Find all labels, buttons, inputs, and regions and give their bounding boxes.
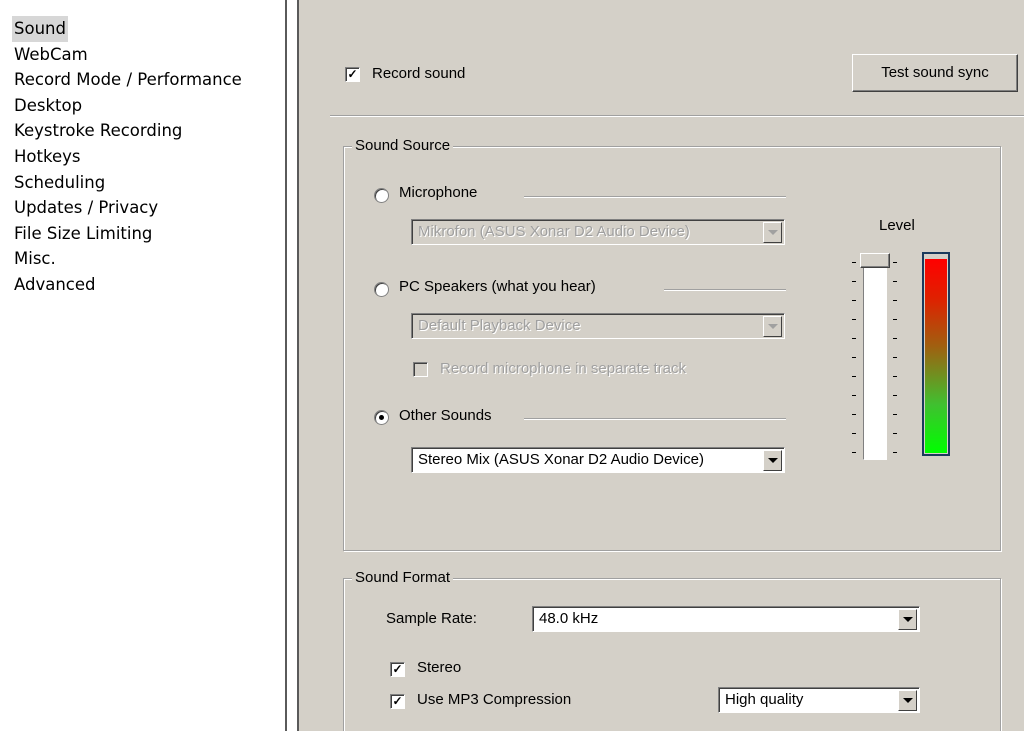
- slider-tick: [852, 281, 856, 282]
- slider-tick: [852, 300, 856, 301]
- category-item-hotkeys[interactable]: Hotkeys: [12, 144, 82, 170]
- record-sound-label: Record sound: [372, 65, 466, 82]
- category-item-misc[interactable]: Misc.: [12, 246, 58, 272]
- level-meter-fill: [925, 259, 947, 453]
- microphone-radio[interactable]: [374, 188, 389, 203]
- test-sound-sync-button[interactable]: Test sound sync: [852, 54, 1018, 92]
- other-sounds-radio[interactable]: [374, 410, 389, 425]
- stereo-label: Stereo: [417, 659, 462, 676]
- pc-speakers-radio[interactable]: [374, 282, 389, 297]
- sound-format-title: Sound Format: [352, 569, 454, 586]
- category-item-record-mode[interactable]: Record Mode / Performance: [12, 67, 244, 93]
- other-sounds-device-value: Stereo Mix (ASUS Xonar D2 Audio Device): [418, 451, 704, 468]
- slider-tick: [852, 414, 856, 415]
- mp3-quality-select[interactable]: High quality: [718, 687, 920, 713]
- stereo-checkbox[interactable]: ✓: [390, 662, 405, 677]
- separator: [330, 115, 1024, 117]
- radio-selected-dot: [379, 415, 384, 420]
- record-sound-checkbox[interactable]: ✓: [345, 67, 360, 82]
- slider-tick: [852, 262, 856, 263]
- dropdown-arrow-icon[interactable]: [763, 450, 782, 471]
- category-item-scheduling[interactable]: Scheduling: [12, 170, 107, 196]
- separate-track-label: Record microphone in separate track: [440, 360, 686, 377]
- other-sounds-device-select[interactable]: Stereo Mix (ASUS Xonar D2 Audio Device): [411, 447, 785, 473]
- dropdown-arrow-icon[interactable]: [898, 609, 917, 630]
- dropdown-arrow-icon[interactable]: [898, 690, 917, 711]
- mp3-quality-value: High quality: [725, 691, 804, 708]
- separator: [664, 289, 786, 291]
- sample-rate-value: 48.0 kHz: [539, 610, 599, 627]
- slider-tick: [893, 376, 897, 377]
- sound-source-title: Sound Source: [352, 137, 454, 154]
- dropdown-arrow-icon[interactable]: [763, 316, 782, 337]
- microphone-label: Microphone: [399, 184, 478, 201]
- category-item-file-size-limiting[interactable]: File Size Limiting: [12, 221, 154, 247]
- sound-source-group: Sound Source: [343, 137, 1001, 551]
- category-item-keystroke-recording[interactable]: Keystroke Recording: [12, 118, 184, 144]
- splitter-line: [285, 0, 287, 731]
- mp3-compression-checkbox[interactable]: ✓: [390, 694, 405, 709]
- slider-tick: [893, 262, 897, 263]
- other-sounds-label: Other Sounds: [399, 407, 492, 424]
- slider-tick: [893, 281, 897, 282]
- category-item-desktop[interactable]: Desktop: [12, 93, 84, 119]
- slider-tick: [852, 452, 856, 453]
- playback-device-value: Default Playback Device: [418, 317, 581, 334]
- sound-settings-panel: ✓ Record sound Test sound sync Sound Sou…: [299, 0, 1024, 731]
- slider-tick: [893, 319, 897, 320]
- microphone-device-value: Mikrofon (ASUS Xonar D2 Audio Device): [418, 223, 690, 240]
- dropdown-arrow-icon[interactable]: [763, 222, 782, 243]
- settings-sidebar: Sound WebCam Record Mode / Performance D…: [0, 0, 285, 731]
- slider-tick: [852, 357, 856, 358]
- level-meter: [922, 252, 950, 456]
- sample-rate-label: Sample Rate:: [386, 610, 477, 627]
- playback-device-select[interactable]: Default Playback Device: [411, 313, 785, 339]
- slider-tick: [893, 300, 897, 301]
- category-item-advanced[interactable]: Advanced: [12, 272, 98, 298]
- slider-tick: [852, 319, 856, 320]
- separator: [524, 418, 786, 420]
- slider-tick: [893, 414, 897, 415]
- level-slider-thumb[interactable]: [860, 253, 890, 268]
- slider-tick: [893, 338, 897, 339]
- sample-rate-select[interactable]: 48.0 kHz: [532, 606, 920, 632]
- category-item-sound[interactable]: Sound: [12, 16, 68, 42]
- slider-tick: [893, 452, 897, 453]
- pc-speakers-label: PC Speakers (what you hear): [399, 278, 596, 295]
- slider-tick: [893, 395, 897, 396]
- slider-tick: [852, 338, 856, 339]
- mp3-compression-label: Use MP3 Compression: [417, 691, 572, 708]
- separator: [524, 196, 786, 198]
- slider-tick: [893, 357, 897, 358]
- microphone-device-select[interactable]: Mikrofon (ASUS Xonar D2 Audio Device): [411, 219, 785, 245]
- slider-tick: [852, 395, 856, 396]
- level-slider-track[interactable]: [863, 263, 887, 460]
- level-label: Level: [879, 217, 915, 234]
- category-item-webcam[interactable]: WebCam: [12, 42, 90, 68]
- slider-tick: [852, 376, 856, 377]
- slider-tick: [852, 433, 856, 434]
- category-item-updates-privacy[interactable]: Updates / Privacy: [12, 195, 160, 221]
- separate-track-checkbox[interactable]: [413, 362, 428, 377]
- slider-tick: [893, 433, 897, 434]
- category-list: Sound WebCam Record Mode / Performance D…: [12, 16, 244, 298]
